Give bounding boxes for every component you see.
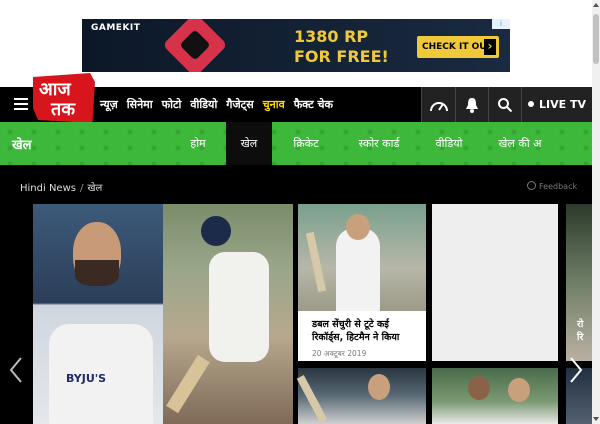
search-button[interactable] <box>488 87 521 122</box>
subnav-item-home[interactable]: होम <box>178 122 218 165</box>
hero-player2-helmet <box>201 216 231 246</box>
hero-player2-body <box>209 252 269 362</box>
card-bat <box>305 231 327 293</box>
hamburger-menu-icon[interactable] <box>14 98 30 111</box>
breadcrumb-current: खेल <box>87 183 103 194</box>
section-bar: खेल होम खेल क्रिकेट स्कोर कार्ड वीडियो ख… <box>0 122 592 165</box>
card4-player-head <box>368 374 390 400</box>
ad-brand: GAMEKIT <box>91 23 141 33</box>
subnav-item-video[interactable]: वीडियो <box>426 122 472 165</box>
aajtak-logo[interactable]: आज तक <box>33 73 95 123</box>
subnav-item-scorecard[interactable]: स्कोर कार्ड <box>349 122 409 165</box>
news-card-partial[interactable]: रो रि <box>566 204 592 361</box>
ad-cta-button[interactable]: CHECK IT OUT <box>417 36 499 58</box>
feedback-icon <box>527 181 536 190</box>
news-card-date: 20 अक्टूबर 2019 <box>312 349 367 358</box>
notification-button[interactable] <box>455 87 488 122</box>
carousel-next-icon[interactable] <box>568 356 584 384</box>
nav-item-photo[interactable]: फोटो <box>162 97 182 112</box>
speed-news-button[interactable] <box>421 87 455 122</box>
card4-bat <box>296 375 328 423</box>
logo-line2: तक <box>51 99 76 120</box>
feedback-link[interactable]: Feedback <box>527 181 577 191</box>
nav-item-cinema[interactable]: सिनेमा <box>127 97 153 112</box>
news-card-row2-1[interactable] <box>296 368 426 424</box>
nav-item-news[interactable]: न्यूज़ <box>100 97 118 112</box>
ad-fist-icon <box>162 19 228 72</box>
live-dot-icon <box>528 101 534 107</box>
blank-card[interactable] <box>432 204 558 361</box>
subnav-item-more[interactable]: खेल की अ <box>492 122 548 165</box>
news-card-title[interactable]: डबल सेंचुरी से टूटे कई रिकॉर्ड्स, हिटमैन… <box>312 318 420 344</box>
ad-banner[interactable]: GAMEKIT 1380 RP FOR FREE! CHECK IT OUT i <box>82 19 510 72</box>
breadcrumb: Hindi News / खेल <box>20 180 102 194</box>
main-nav: न्यूज़ सिनेमा फोटो वीडियो गैजेट्स चुनाव … <box>100 87 342 122</box>
bell-icon <box>466 97 478 113</box>
subnav-item-sports[interactable]: खेल <box>226 122 272 165</box>
nav-item-video[interactable]: वीडियो <box>190 97 217 112</box>
speedometer-icon <box>429 101 448 111</box>
scroll-up-icon[interactable] <box>593 3 599 7</box>
section-title[interactable]: खेल <box>12 135 31 153</box>
live-tv-label: LIVE TV <box>539 98 586 111</box>
nav-item-gadgets[interactable]: गैजेट्स <box>226 97 253 112</box>
breadcrumb-home[interactable]: Hindi News <box>20 183 76 194</box>
feedback-label: Feedback <box>539 182 578 191</box>
scroll-down-icon[interactable] <box>593 417 599 421</box>
card-player-head <box>346 214 370 240</box>
card5-player1-head <box>468 376 490 400</box>
ad-choices-label: i <box>500 20 502 28</box>
scrollbar[interactable] <box>592 0 600 424</box>
scrollbar-thumb[interactable] <box>593 14 599 64</box>
hero-jersey-logo: BYJU'S <box>66 372 107 385</box>
news-card-image <box>298 204 426 311</box>
news-card[interactable]: डबल सेंचुरी से टूटे कई रिकॉर्ड्स, हिटमैन… <box>298 204 426 361</box>
hero-player1-beard <box>75 260 119 286</box>
nav-item-election[interactable]: चुनाव <box>263 97 285 112</box>
breadcrumb-separator: / <box>79 183 84 194</box>
news-card-row2-2[interactable] <box>432 368 558 424</box>
carousel-prev-icon[interactable] <box>8 356 24 384</box>
hero-image[interactable]: BYJU'S <box>33 204 293 424</box>
search-icon <box>498 97 513 112</box>
ad-choices-icon[interactable]: i <box>492 19 510 29</box>
ad-subline: FOR FREE! <box>294 47 389 66</box>
ad-headline: 1380 RP <box>294 27 369 46</box>
news-card-partial-title: रो रि <box>577 319 584 343</box>
card-player <box>336 228 380 311</box>
nav-item-fact-check[interactable]: फैक्ट चेक <box>294 97 333 112</box>
subnav-item-cricket[interactable]: क्रिकेट <box>282 122 330 165</box>
card5-player2-head <box>508 378 530 402</box>
live-tv-button[interactable]: LIVE TV <box>521 87 592 122</box>
